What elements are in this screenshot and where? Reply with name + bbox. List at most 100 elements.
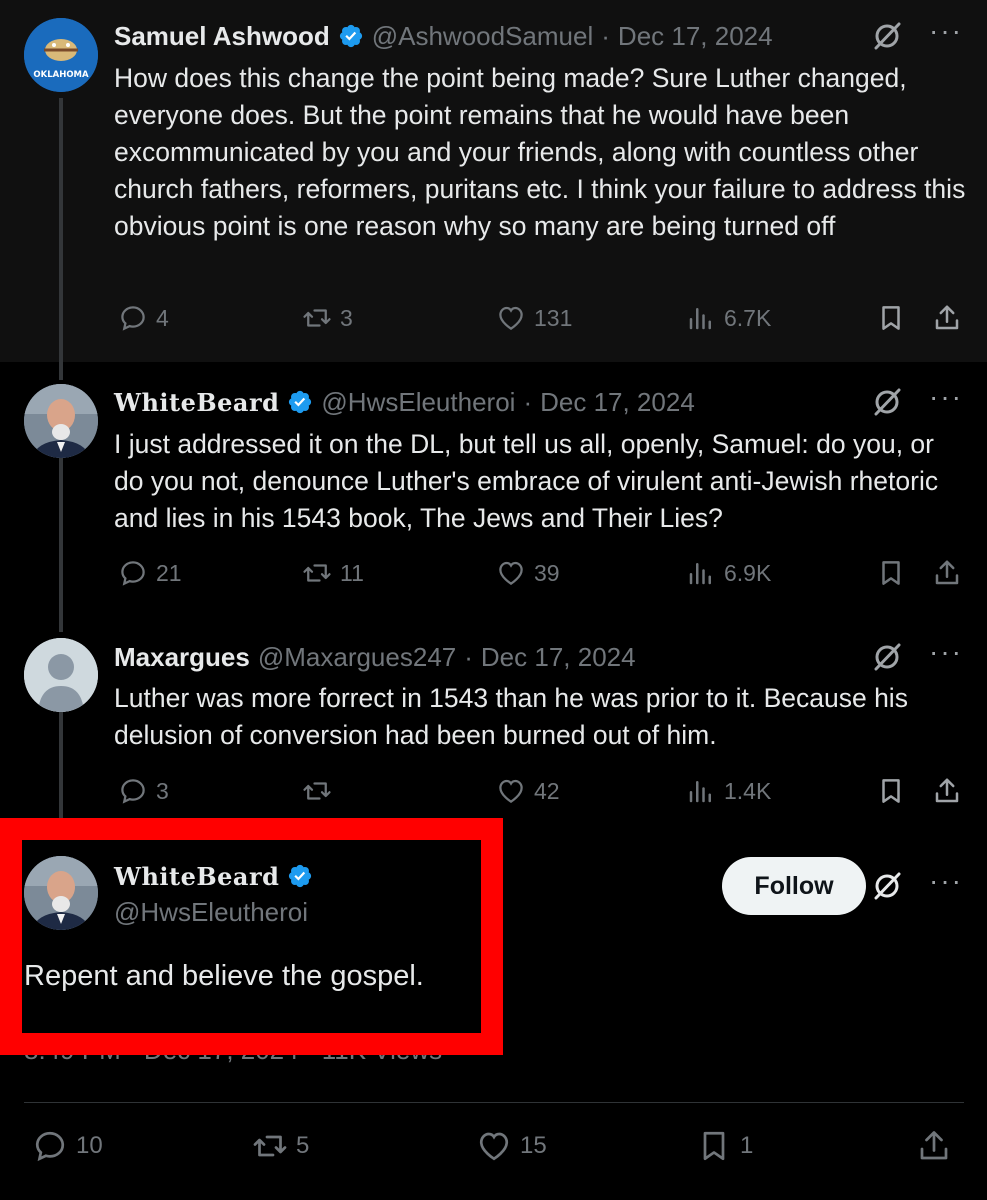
separator-dot: ·	[523, 386, 533, 417]
bookmark-button[interactable]: 1	[696, 1128, 753, 1164]
main-tweet-actions: 10 5 15 1	[24, 1128, 964, 1168]
heart-icon	[499, 779, 523, 803]
tweet-header: Samuel Ashwood @AshwoodSamuel · Dec 17, …	[114, 16, 773, 56]
more-options-icon[interactable]: ···	[929, 383, 963, 411]
verified-badge-icon	[339, 24, 362, 48]
repost-button[interactable]: 3	[302, 303, 353, 333]
views-count: 1.4K	[724, 777, 772, 804]
like-button[interactable]: 39	[496, 558, 560, 588]
grok-icon[interactable]	[871, 386, 903, 418]
views-count: 6.9K	[724, 559, 772, 586]
thread-line	[59, 98, 63, 380]
avatar-samuel-ashwood[interactable]: OKLAHOMA	[24, 18, 98, 92]
profile-photo-icon	[24, 384, 98, 458]
like-count: 42	[534, 777, 560, 804]
tweet-right-icons: ···	[871, 866, 963, 906]
verified-badge-icon	[289, 390, 312, 414]
like-button[interactable]: 15	[476, 1128, 547, 1164]
share-button[interactable]	[932, 558, 962, 588]
avatar-flag-text: OKLAHOMA	[33, 70, 89, 80]
bookmark-button[interactable]	[876, 303, 906, 333]
like-count: 15	[520, 1132, 547, 1159]
separator-dot: ·	[464, 641, 473, 672]
share-button[interactable]	[916, 1128, 952, 1164]
more-options-icon[interactable]: ···	[929, 867, 963, 895]
more-options-icon[interactable]: ···	[929, 17, 963, 45]
avatar-maxargues[interactable]	[24, 638, 98, 712]
bookmark-button[interactable]	[876, 558, 906, 588]
bookmark-icon	[882, 306, 900, 330]
reply-icon	[35, 1131, 65, 1162]
like-count: 131	[534, 304, 573, 331]
repost-icon	[303, 782, 331, 800]
repost-button[interactable]: 5	[252, 1128, 309, 1164]
follow-button[interactable]: Follow	[722, 857, 866, 915]
tweet-text: I just addressed it on the DL, but tell …	[114, 429, 939, 533]
reply-button[interactable]: 4	[118, 303, 169, 333]
tweet-actions: 4 3 131 6.7K	[114, 303, 966, 343]
author-handle[interactable]: @Maxargues247	[258, 642, 456, 673]
tweet-actions: 21 11 39 6.9K	[114, 558, 966, 598]
tweet-actions: 3 42 1.4K	[114, 776, 966, 816]
author-handle[interactable]: @AshwoodSamuel	[372, 21, 594, 52]
reply-button[interactable]: 10	[32, 1128, 103, 1164]
grok-icon[interactable]	[871, 641, 903, 673]
views-icon	[689, 563, 711, 585]
thread-line	[59, 458, 63, 632]
tweet-right-icons: ···	[871, 382, 963, 422]
heart-icon	[499, 561, 523, 585]
default-avatar-icon	[24, 638, 98, 712]
views-button[interactable]: 1.4K	[686, 776, 771, 806]
reply-count: 10	[76, 1132, 103, 1159]
like-count: 39	[534, 559, 560, 586]
repost-icon	[303, 309, 331, 327]
heart-icon	[479, 1132, 509, 1161]
tweet-header: WhiteBeard @HwsEleutheroi · Dec 17, 2024	[114, 382, 695, 422]
tweet-text: How does this change the point being mad…	[114, 63, 966, 241]
share-button[interactable]	[932, 776, 962, 806]
grok-icon[interactable]	[871, 870, 903, 902]
tweet-date[interactable]: Dec 17, 2024	[540, 387, 695, 418]
author-handle[interactable]: @HwsEleutheroi	[321, 387, 515, 418]
grok-icon[interactable]	[871, 20, 903, 52]
views-icon	[689, 781, 711, 803]
tweet-header: Maxargues @Maxargues247 · Dec 17, 2024	[114, 637, 636, 677]
bookmark-icon	[882, 779, 900, 803]
bookmark-icon	[882, 561, 900, 585]
views-button[interactable]: 6.7K	[686, 303, 771, 333]
share-button[interactable]	[932, 303, 962, 333]
reply-count: 4	[156, 304, 169, 331]
author-name[interactable]: Samuel Ashwood	[114, 21, 330, 52]
separator-dot: ·	[601, 20, 610, 51]
highlight-box	[0, 818, 503, 1055]
author-name[interactable]: Maxargues	[114, 642, 250, 673]
divider	[24, 1102, 964, 1103]
views-button[interactable]: 6.9K	[686, 558, 771, 588]
bookmark-button[interactable]	[876, 776, 906, 806]
more-options-icon[interactable]: ···	[929, 638, 963, 666]
reply-count: 21	[156, 559, 182, 586]
repost-icon	[303, 564, 331, 582]
share-icon	[935, 778, 959, 803]
heart-icon	[499, 306, 523, 330]
repost-button[interactable]: 11	[302, 558, 364, 588]
views-icon	[689, 308, 711, 330]
reply-icon	[121, 779, 145, 804]
bookmark-icon	[703, 1131, 725, 1161]
author-name[interactable]: WhiteBeard	[114, 388, 279, 417]
tweet-date[interactable]: Dec 17, 2024	[481, 642, 636, 673]
tweet-right-icons: ···	[871, 637, 963, 677]
views-count: 6.7K	[724, 304, 772, 331]
reply-button[interactable]: 3	[118, 776, 169, 806]
repost-count: 11	[340, 559, 364, 586]
repost-button[interactable]	[302, 776, 340, 806]
oklahoma-flag-icon: OKLAHOMA	[24, 18, 98, 92]
tweet-date[interactable]: Dec 17, 2024	[618, 21, 773, 52]
repost-count: 5	[296, 1132, 310, 1159]
tweet-text: Luther was more forrect in 1543 than he …	[114, 683, 908, 750]
bookmark-count: 1	[740, 1132, 754, 1159]
avatar-whitebeard[interactable]	[24, 384, 98, 458]
reply-button[interactable]: 21	[118, 558, 182, 588]
like-button[interactable]: 131	[496, 303, 572, 333]
like-button[interactable]: 42	[496, 776, 560, 806]
